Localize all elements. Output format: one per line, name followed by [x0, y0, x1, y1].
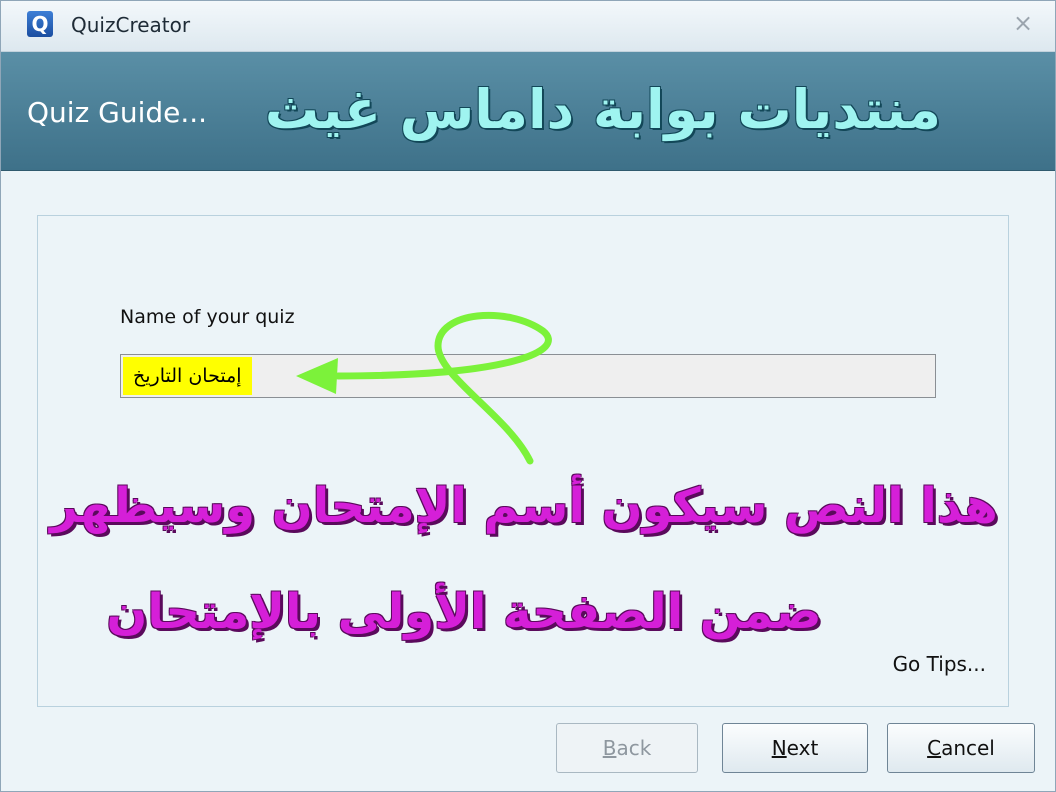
cancel-button[interactable]: Cancel	[887, 723, 1035, 773]
back-button-label: ack	[616, 736, 652, 760]
wizard-content-panel: Name of your quiz إمتحان التاريخ هذا الن…	[37, 215, 1009, 707]
next-button[interactable]: Next	[722, 723, 868, 773]
quiz-name-input[interactable]: إمتحان التاريخ	[120, 354, 936, 398]
cancel-button-label: ancel	[941, 736, 995, 760]
quiz-name-label: Name of your quiz	[120, 306, 295, 328]
go-tips-link[interactable]: Go Tips...	[893, 652, 986, 676]
quiz-name-value: إمتحان التاريخ	[123, 357, 252, 395]
annotation-line-2: ضمن الصفحة الأولى بالإمتحان	[106, 584, 822, 640]
quiz-guide-title: Quiz Guide...	[27, 96, 208, 129]
quizcreator-window: Q QuizCreator × Quiz Guide... منتديات بو…	[0, 0, 1056, 792]
annotation-line-1: هذا النص سيكون أسم الإمتحان وسيظهر	[50, 478, 998, 534]
cancel-button-mnemonic: C	[927, 736, 942, 760]
next-button-label: ext	[786, 736, 819, 760]
back-button[interactable]: Back	[556, 723, 698, 773]
next-button-mnemonic: N	[771, 736, 787, 760]
window-title: QuizCreator	[71, 13, 191, 37]
close-button[interactable]: ×	[1009, 9, 1037, 37]
quizcreator-app-icon: Q	[27, 11, 53, 37]
wizard-header: Quiz Guide... منتديات بوابة داماس غيث	[1, 52, 1055, 171]
forum-watermark-banner: منتديات بوابة داماس غيث	[264, 78, 941, 141]
title-bar[interactable]: Q QuizCreator ×	[1, 1, 1055, 52]
back-button-mnemonic: B	[602, 736, 617, 760]
